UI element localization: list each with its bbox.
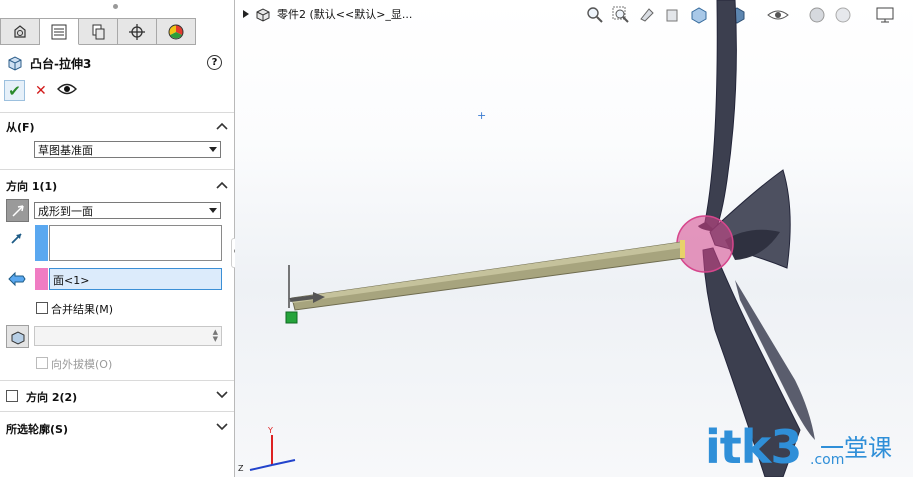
help-icon[interactable]: ? xyxy=(207,55,222,70)
divider xyxy=(0,380,234,381)
start-condition-value: 草图基准面 xyxy=(38,144,93,157)
action-buttons: ✔ ✕ xyxy=(4,80,77,101)
direction-color-chip xyxy=(35,225,48,261)
direction1-section-header[interactable]: 方向 1(1) xyxy=(6,178,57,194)
face-surface-icon xyxy=(7,271,26,286)
cancel-button[interactable]: ✕ xyxy=(35,83,47,99)
tab-feature-manager[interactable] xyxy=(0,18,40,45)
property-manager-panel: 凸台-拉伸3 ? ✔ ✕ 从(F) 草图基准面 方向 1(1) 成形到一面 面<… xyxy=(0,0,235,477)
draft-outward-checkbox[interactable] xyxy=(36,357,48,369)
tab-display-manager[interactable] xyxy=(157,18,196,45)
panel-grip[interactable] xyxy=(113,4,118,9)
direction-arrow-icon xyxy=(10,232,22,244)
extrude-boss-icon xyxy=(8,56,22,71)
dropdown-arrow-icon xyxy=(209,147,217,152)
face-color-chip xyxy=(35,268,48,290)
face-selection-icon-box xyxy=(6,268,27,289)
merge-result-checkbox[interactable] xyxy=(36,302,48,314)
tab-property-manager[interactable] xyxy=(40,18,79,45)
sketch-point-marker[interactable] xyxy=(285,311,298,324)
chevron-up-icon[interactable] xyxy=(216,180,228,190)
end-condition-value: 成形到一面 xyxy=(38,205,93,218)
direction2-checkbox[interactable] xyxy=(6,390,18,402)
preview-button[interactable] xyxy=(56,82,77,99)
chevron-down-icon[interactable] xyxy=(216,390,228,400)
end-condition-select[interactable]: 成形到一面 xyxy=(34,202,221,219)
reverse-direction-button[interactable] xyxy=(6,199,29,222)
feature-title: 凸台-拉伸3 xyxy=(30,56,92,71)
selected-face-highlight[interactable] xyxy=(676,215,734,273)
ok-button[interactable]: ✔ xyxy=(4,80,25,101)
draft-outward-label: 向外拔模(O) xyxy=(51,358,113,371)
triad-y-label: Y xyxy=(268,426,273,435)
draft-toggle-button[interactable] xyxy=(6,325,29,348)
merge-result-label: 合并结果(M) xyxy=(51,303,114,316)
draft-icon xyxy=(11,330,24,345)
selected-contours-header[interactable]: 所选轮廓(S) xyxy=(6,421,68,437)
graphics-viewport[interactable]: 零件2 (默认<<默认>_显... + Y Z itk3 一堂课 .com xyxy=(235,0,913,477)
face-selection-item[interactable]: 面<1> xyxy=(53,272,89,288)
chevron-down-icon[interactable] xyxy=(216,422,228,432)
property-list-icon xyxy=(51,24,67,39)
reverse-direction-icon xyxy=(11,204,24,217)
blade-upper[interactable] xyxy=(704,0,737,233)
crosshair-icon xyxy=(129,23,145,40)
checkmark-icon: ✔ xyxy=(8,81,21,100)
triad-z-label: Z xyxy=(238,464,244,473)
divider xyxy=(0,112,234,113)
close-icon: ✕ xyxy=(35,82,47,99)
face-selection-box[interactable]: 面<1> xyxy=(49,268,222,290)
draft-angle-input[interactable]: ▲ ▼ xyxy=(34,326,222,346)
eye-icon xyxy=(56,83,77,95)
model-view[interactable] xyxy=(235,0,913,477)
watermark-domain: .com xyxy=(810,452,845,468)
feature-header: 凸台-拉伸3 xyxy=(6,54,91,72)
feature-tree-icon xyxy=(14,24,26,38)
triad-z-axis xyxy=(249,464,273,471)
color-wheel-icon xyxy=(168,24,184,39)
direction-vector-selection-box[interactable] xyxy=(49,225,222,261)
divider xyxy=(0,169,234,170)
start-condition-select[interactable]: 草图基准面 xyxy=(34,141,221,158)
configuration-icon xyxy=(92,24,105,39)
triad-x-axis xyxy=(271,459,296,466)
extrude-bar-top xyxy=(292,242,682,303)
chevron-up-icon[interactable] xyxy=(216,121,228,131)
tab-dimxpert-manager[interactable] xyxy=(118,18,157,45)
manager-tabs xyxy=(0,18,196,45)
bar-end-face xyxy=(680,240,685,258)
spin-arrows-icon[interactable]: ▲ ▼ xyxy=(213,329,218,343)
direction2-section-header[interactable]: 方向 2(2) xyxy=(26,389,77,405)
tab-configuration-manager[interactable] xyxy=(79,18,118,45)
dropdown-arrow-icon xyxy=(209,208,217,213)
from-section-header[interactable]: 从(F) xyxy=(6,119,35,135)
divider xyxy=(0,411,234,412)
watermark-logo: itk3 xyxy=(705,420,802,474)
direction-vector-icon-box xyxy=(6,227,27,248)
